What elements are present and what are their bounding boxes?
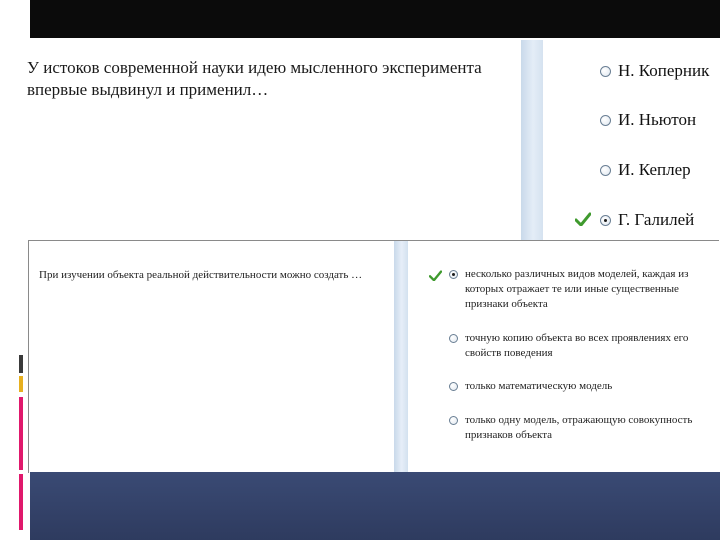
q1-option-label: Г. Галилей	[618, 210, 695, 229]
accent-bar	[19, 397, 23, 470]
question-2-panel: При изучении объекта реальной действител…	[28, 240, 719, 473]
radio-icon[interactable]	[449, 382, 458, 391]
radio-icon[interactable]	[449, 270, 458, 279]
question-1-divider	[521, 40, 543, 245]
accent-bar	[19, 474, 23, 530]
top-bar	[30, 0, 720, 38]
q2-option-2[interactable]: точную копию объекта во всех проявлениях…	[449, 331, 711, 361]
question-2-divider	[394, 241, 408, 473]
question-2-text: При изучении объекта реальной действител…	[39, 269, 363, 281]
q1-option-1[interactable]: Н. Коперник	[600, 60, 709, 82]
q1-option-2[interactable]: И. Ньютон	[600, 109, 696, 131]
q2-option-label: несколько различных видов моделей, кажда…	[465, 268, 689, 310]
radio-icon[interactable]	[449, 416, 458, 425]
accent-bar	[19, 376, 23, 392]
q2-option-label: только одну модель, отражающую совокупно…	[465, 414, 693, 441]
q2-option-label: только математическую модель	[465, 380, 613, 392]
radio-icon[interactable]	[600, 164, 611, 176]
accent-bar	[19, 355, 23, 373]
question-1-text: У истоков современной науки идею мысленн…	[27, 58, 482, 99]
q1-option-label: И. Ньютон	[618, 110, 697, 129]
check-icon	[429, 270, 442, 281]
q2-option-4[interactable]: только одну модель, отражающую совокупно…	[449, 413, 711, 443]
q2-option-label: точную копию объекта во всех проявлениях…	[465, 332, 689, 359]
radio-icon[interactable]	[600, 114, 611, 126]
q2-option-1[interactable]: несколько различных видов моделей, кажда…	[449, 267, 711, 312]
radio-icon[interactable]	[449, 334, 458, 343]
radio-icon[interactable]	[600, 65, 611, 77]
bottom-band	[30, 472, 720, 540]
check-icon	[575, 212, 591, 226]
q1-option-label: И. Кеплер	[618, 160, 691, 179]
q2-option-3[interactable]: только математическую модель	[449, 379, 711, 394]
q1-option-3[interactable]: И. Кеплер	[600, 159, 691, 181]
q1-option-4[interactable]: Г. Галилей	[600, 209, 694, 231]
q1-option-label: Н. Коперник	[618, 61, 710, 80]
radio-icon[interactable]	[600, 214, 611, 226]
